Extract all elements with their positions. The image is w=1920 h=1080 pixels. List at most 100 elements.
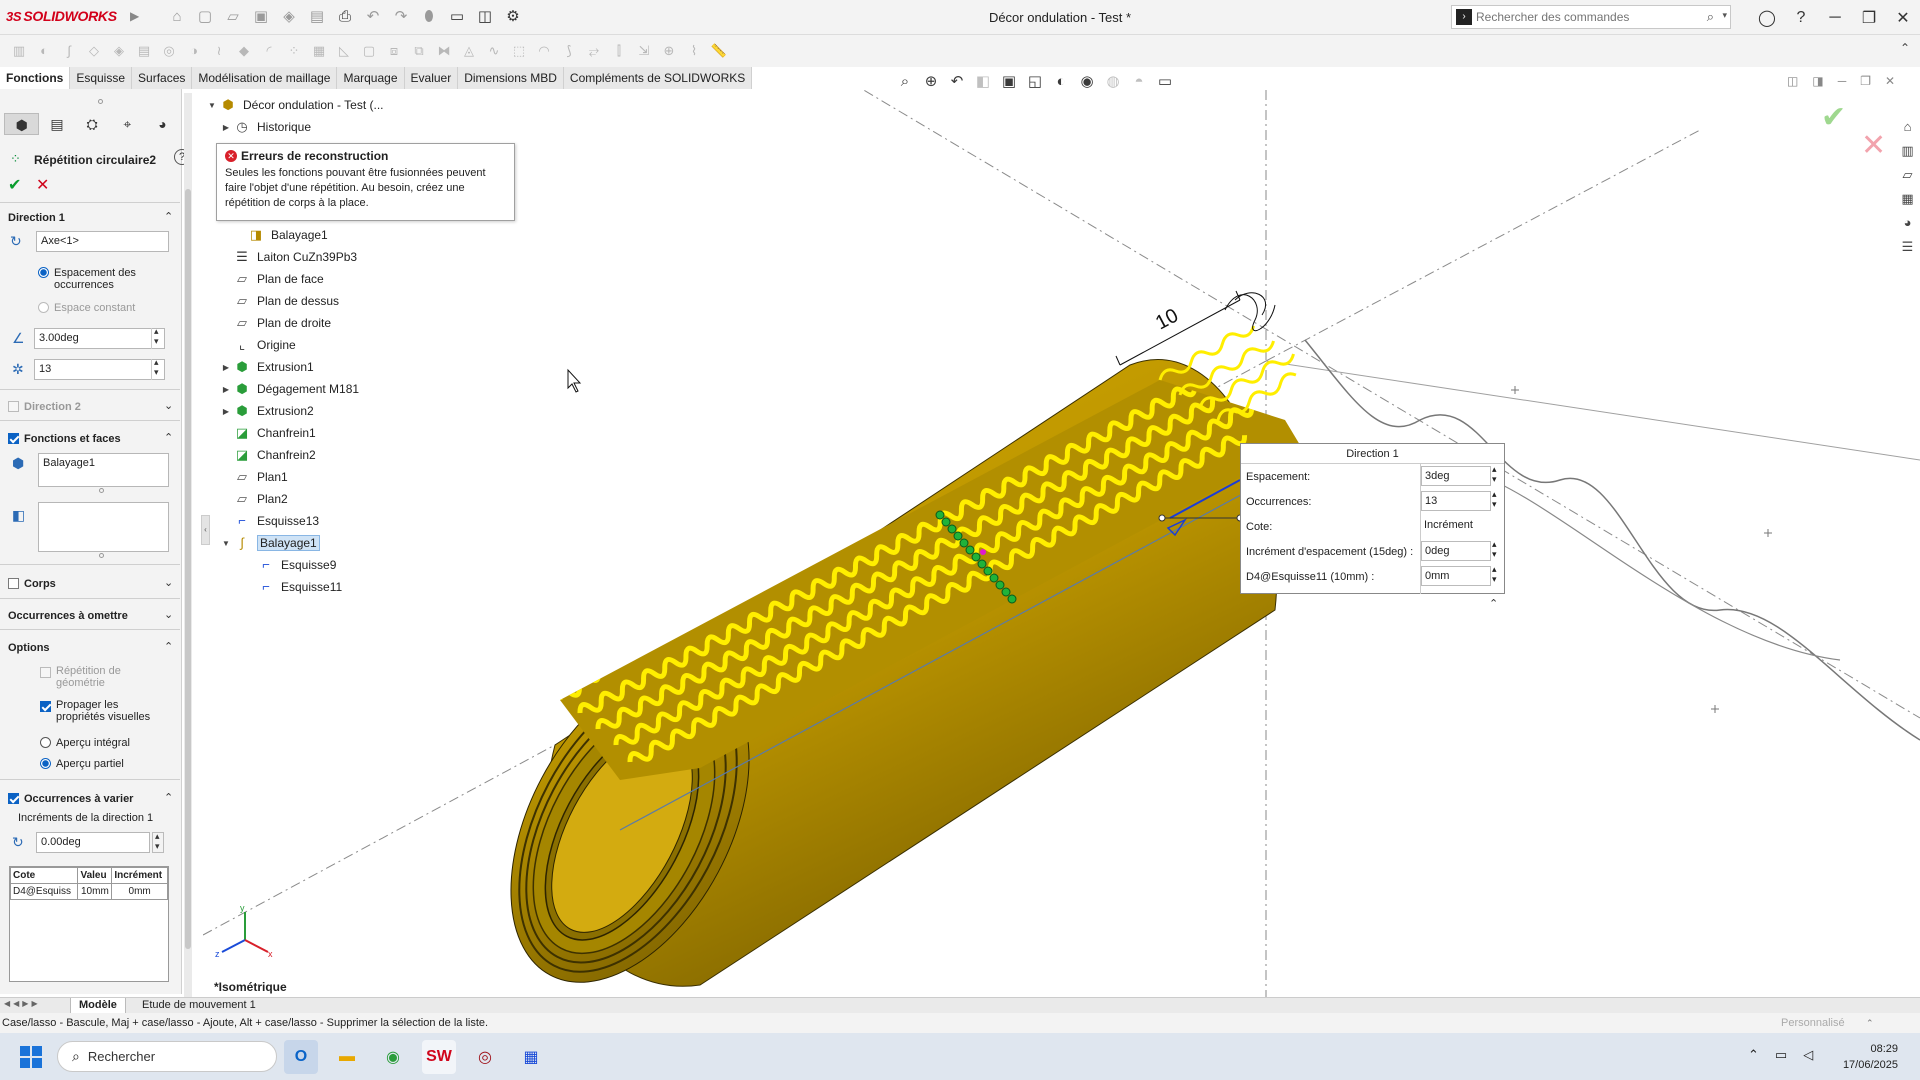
expand-caret-icon[interactable]: ⌄ — [164, 608, 173, 621]
graphics-restore-icon[interactable]: ❐ — [1860, 74, 1871, 88]
command-search-input[interactable] — [1476, 10, 1696, 24]
pattern-icon[interactable]: ⁘ — [285, 43, 303, 59]
taskbar-search[interactable]: ⌕ Rechercher — [57, 1041, 277, 1072]
partial-preview-radio[interactable] — [40, 758, 51, 769]
instances-spinner[interactable] — [151, 357, 163, 380]
file-explorer-icon[interactable]: ▱ — [1898, 166, 1918, 184]
angle-input[interactable]: 3.00deg — [34, 328, 165, 349]
tree-item-plan2[interactable]: ▱ Plan2 — [233, 490, 288, 508]
pm-scrollbar-thumb[interactable] — [185, 189, 191, 949]
tree-item-historique[interactable]: ▶ ◷ Historique — [219, 118, 311, 136]
callout-occurrences-spinner[interactable] — [1491, 489, 1503, 512]
windows-start-icon[interactable] — [20, 1046, 42, 1068]
expand-caret-icon[interactable]: ⌄ — [164, 576, 173, 589]
expand-arrow-icon[interactable]: ▶ — [219, 407, 233, 416]
graphics-close-icon[interactable]: ✕ — [1885, 74, 1895, 88]
callout-collapse-icon[interactable]: ⌃ — [1489, 597, 1498, 610]
feature-manager-tab-icon[interactable]: ⬢ — [4, 113, 40, 135]
options-header[interactable]: Options — [8, 642, 50, 654]
account-icon[interactable]: ◯ — [1750, 8, 1784, 28]
geometry-pattern-checkbox[interactable] — [40, 667, 51, 678]
tree-item-balayage1[interactable]: ▼ ∫ Balayage1 — [219, 534, 320, 552]
table-cell[interactable]: 10mm — [77, 883, 113, 900]
graphics-area[interactable]: 10 y z x — [203, 89, 1920, 997]
help-icon[interactable]: ? — [1784, 9, 1818, 27]
view-settings-icon[interactable]: ▭ — [1155, 72, 1175, 92]
units-caret-icon[interactable]: ⌃ — [1866, 1013, 1874, 1033]
graphics-split-icon[interactable]: ◨ — [1812, 74, 1823, 88]
file-explorer-icon[interactable]: ▬ — [330, 1040, 364, 1074]
graphics-tile-icon[interactable]: ◫ — [1787, 74, 1798, 88]
view-orientation-icon[interactable]: ◱ — [1025, 72, 1045, 92]
tree-item-origin[interactable]: ⌞ Origine — [233, 336, 296, 354]
tab-motion-study[interactable]: Etude de mouvement 1 — [134, 998, 264, 1014]
tree-item-esquisse13[interactable]: ⌐ Esquisse13 — [233, 512, 319, 530]
tree-root[interactable]: ▼ ⬢ Décor ondulation - Test (... — [205, 96, 383, 114]
hide-show-items-icon[interactable]: ◉ — [1077, 72, 1097, 92]
constant-radio[interactable] — [38, 302, 49, 313]
tree-item-esquisse9[interactable]: ⌐ Esquisse9 — [257, 556, 336, 574]
table-header[interactable]: Incrément — [111, 867, 168, 884]
edit-appearance-icon[interactable]: ◍ — [1103, 72, 1123, 92]
callout-spacing-increment-input[interactable]: 0deg — [1421, 541, 1491, 561]
full-preview-radio[interactable] — [40, 737, 51, 748]
mirror-icon[interactable]: ⧓ — [435, 43, 453, 59]
volume-icon[interactable]: ◁ — [1803, 1047, 1813, 1063]
tab-modele[interactable]: Modèle — [70, 998, 126, 1014]
instances-input[interactable]: 13 — [34, 359, 165, 380]
collapse-ribbon-icon[interactable]: ⌃ — [1900, 41, 1910, 55]
command-search[interactable]: › ⌕ ▾ — [1451, 5, 1731, 29]
deform-icon[interactable]: ⥂ — [585, 43, 603, 59]
tree-item-extrusion1[interactable]: ▶ ⬢ Extrusion1 — [219, 358, 314, 376]
propagate-visual-checkbox[interactable] — [40, 701, 51, 712]
search-dropdown-icon[interactable]: ▾ — [1722, 10, 1727, 21]
rib-icon[interactable]: ▦ — [310, 43, 328, 59]
direction2-checkbox[interactable] — [8, 401, 19, 412]
collapse-caret-icon[interactable]: ⌃ — [164, 431, 173, 444]
dimxpert-tab-icon[interactable]: ⌖ — [110, 113, 145, 135]
tab-nav-arrows-icon[interactable]: ◀◀▶▶ — [4, 999, 41, 1008]
property-manager-tab-icon[interactable]: ▤ — [39, 113, 74, 135]
configuration-manager-tab-icon[interactable]: ⛭ — [75, 113, 110, 135]
cut-extrude-icon[interactable]: ▤ — [135, 43, 153, 59]
tab-fonctions[interactable]: Fonctions — [0, 67, 71, 89]
cut-sweep-icon[interactable]: ≀ — [210, 43, 228, 59]
tree-item-degagement[interactable]: ▶ ⬢ Dégagement M181 — [219, 380, 359, 398]
dynamic-annotation-icon[interactable]: ▣ — [999, 72, 1019, 92]
tree-item-plan1[interactable]: ▱ Plan1 — [233, 468, 288, 486]
draft-icon[interactable]: ◺ — [335, 43, 353, 59]
boundary-icon[interactable]: ◈ — [110, 43, 128, 59]
search-icon[interactable]: ⌕ — [1707, 9, 1714, 25]
collapse-arrow-icon[interactable]: ▼ — [219, 539, 233, 548]
features-faces-checkbox[interactable] — [8, 433, 19, 444]
cut-revolve-icon[interactable]: ◑ — [185, 43, 203, 59]
collapse-caret-icon[interactable]: ⌃ — [164, 791, 173, 804]
tree-item-material[interactable]: ☰ Laiton CuZn39Pb3 — [233, 248, 357, 266]
vary-instance-checkbox[interactable] — [8, 793, 19, 804]
tab-dimensions-mbd[interactable]: Dimensions MBD — [458, 67, 564, 89]
expand-arrow-icon[interactable]: ▶ — [219, 363, 233, 372]
table-cell[interactable]: 0mm — [111, 883, 168, 900]
collapse-caret-icon[interactable]: ⌃ — [164, 210, 173, 223]
section-view-icon[interactable]: ◧ — [973, 72, 993, 92]
confirmation-ok-icon[interactable]: ✔ — [1821, 100, 1846, 135]
close-icon[interactable]: ✕ — [1886, 8, 1920, 28]
features-list[interactable]: Balayage1 — [38, 453, 169, 487]
reverse-direction-icon[interactable]: ↻ — [10, 233, 22, 250]
apply-scene-icon[interactable]: ◓ — [1129, 72, 1149, 92]
table-header[interactable]: Valeu — [77, 867, 113, 884]
axis-selection-field[interactable]: Axe<1> — [36, 231, 169, 252]
expand-arrow-icon[interactable]: ▶ — [219, 385, 233, 394]
skip-instances-header[interactable]: Occurrences à omettre — [8, 610, 128, 622]
table-header[interactable]: Cote — [9, 867, 79, 884]
chrome-icon[interactable]: ◉ — [376, 1040, 410, 1074]
loft-icon[interactable]: ◇ — [85, 43, 103, 59]
solidworks-tool-icon[interactable]: ◎ — [468, 1040, 502, 1074]
tree-item-extrusion2[interactable]: ▶ ⬢ Extrusion2 — [219, 402, 314, 420]
appearances-icon[interactable]: ◕ — [1898, 214, 1918, 232]
sweep-icon[interactable]: ∫ — [60, 43, 78, 59]
freeform-icon[interactable]: ⌇ — [685, 43, 703, 59]
collapse-caret-icon[interactable]: ⌃ — [164, 640, 173, 653]
dome-icon[interactable]: ◠ — [535, 43, 553, 59]
design-library-icon[interactable]: ▥ — [1898, 142, 1918, 160]
